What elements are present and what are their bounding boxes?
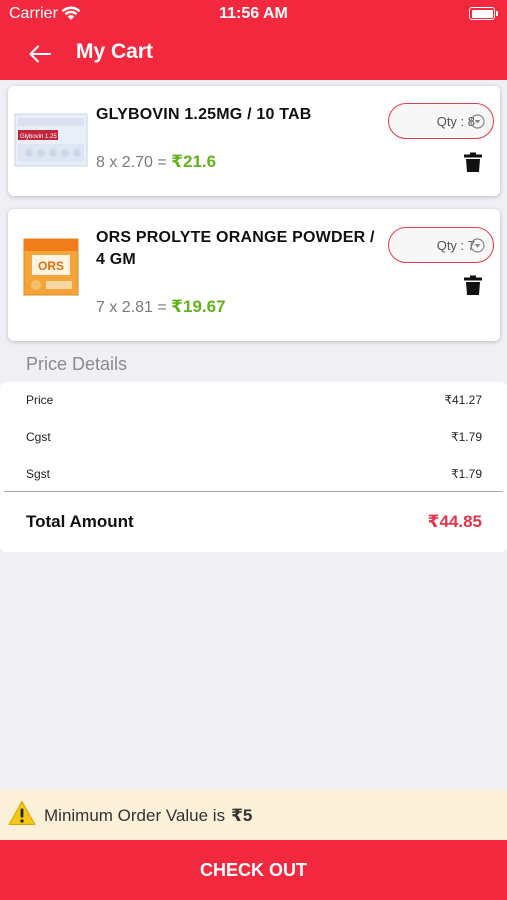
pack-text: Glybovin 1.25 [20,134,57,140]
price-calculation: 7 x 2.81 = ₹19.67 [96,297,226,317]
unit-calc: 8 x 2.70 = [96,154,167,171]
product-name: ORS PROLYTE ORANGE POWDER / 4 GM [96,229,375,268]
product-image: Glybovin 1.25 [14,113,88,167]
chevron-down-icon [470,238,485,253]
minimum-order-amount: ₹5 [231,806,253,825]
unit-calc: 7 x 2.81 = [96,299,167,316]
battery-icon [469,7,498,20]
sgst-label: Sgst [26,467,51,481]
cgst-value: ₹1.79 [451,430,482,444]
cart-item: ORS ORS PROLYTE ORANGE POWDER / 4 GM 7 x… [8,209,500,341]
item-total: ₹19.67 [171,297,226,316]
price-label: Price [26,393,54,407]
back-arrow-icon[interactable] [28,42,52,66]
cgst-label: Cgst [26,430,51,444]
minimum-order-message: Minimum Order Value is ₹5 [44,806,252,826]
minimum-order-text: Minimum Order Value is [44,806,226,825]
quantity-dropdown[interactable]: Qty : 8 [388,103,494,139]
price-details-heading: Price Details [26,354,128,374]
cgst-row: Cgst ₹1.79 [26,430,482,444]
price-row: Price ₹41.27 [26,393,482,407]
warning-icon [8,801,36,825]
status-bar: Carrier 11:56 AM [0,0,507,28]
price-value: ₹41.27 [444,393,482,407]
quantity-label: Qty : 7 [436,238,475,253]
total-amount-row: Total Amount ₹44.85 [26,512,482,532]
price-details-card: Price ₹41.27 Cgst ₹1.79 Sgst ₹1.79 Total… [0,382,507,552]
product-name: GLYBOVIN 1.25MG / 10 TAB [96,106,312,123]
header-bar: My Cart [0,28,507,80]
sgst-value: ₹1.79 [451,467,482,481]
quantity-dropdown[interactable]: Qty : 7 [388,227,494,263]
clock: 11:56 AM [219,5,288,22]
total-amount-label: Total Amount [26,512,134,531]
delete-icon[interactable] [464,275,482,295]
page-title: My Cart [76,40,154,63]
checkout-button[interactable]: CHECK OUT [0,840,507,900]
sgst-row: Sgst ₹1.79 [26,467,482,481]
delete-icon[interactable] [464,152,482,172]
quantity-label: Qty : 8 [436,114,475,129]
total-amount-value: ₹44.85 [427,512,482,531]
chevron-down-icon [470,114,485,129]
cart-item: Glybovin 1.25 GLYBOVIN 1.25MG / 10 TAB 8… [8,86,500,196]
pack-text: ORS [38,259,64,273]
minimum-order-banner: Minimum Order Value is ₹5 [0,790,507,840]
product-image: ORS [23,238,79,296]
item-total: ₹21.6 [171,152,217,171]
divider [4,491,503,492]
price-calculation: 8 x 2.70 = ₹21.6 [96,152,216,172]
